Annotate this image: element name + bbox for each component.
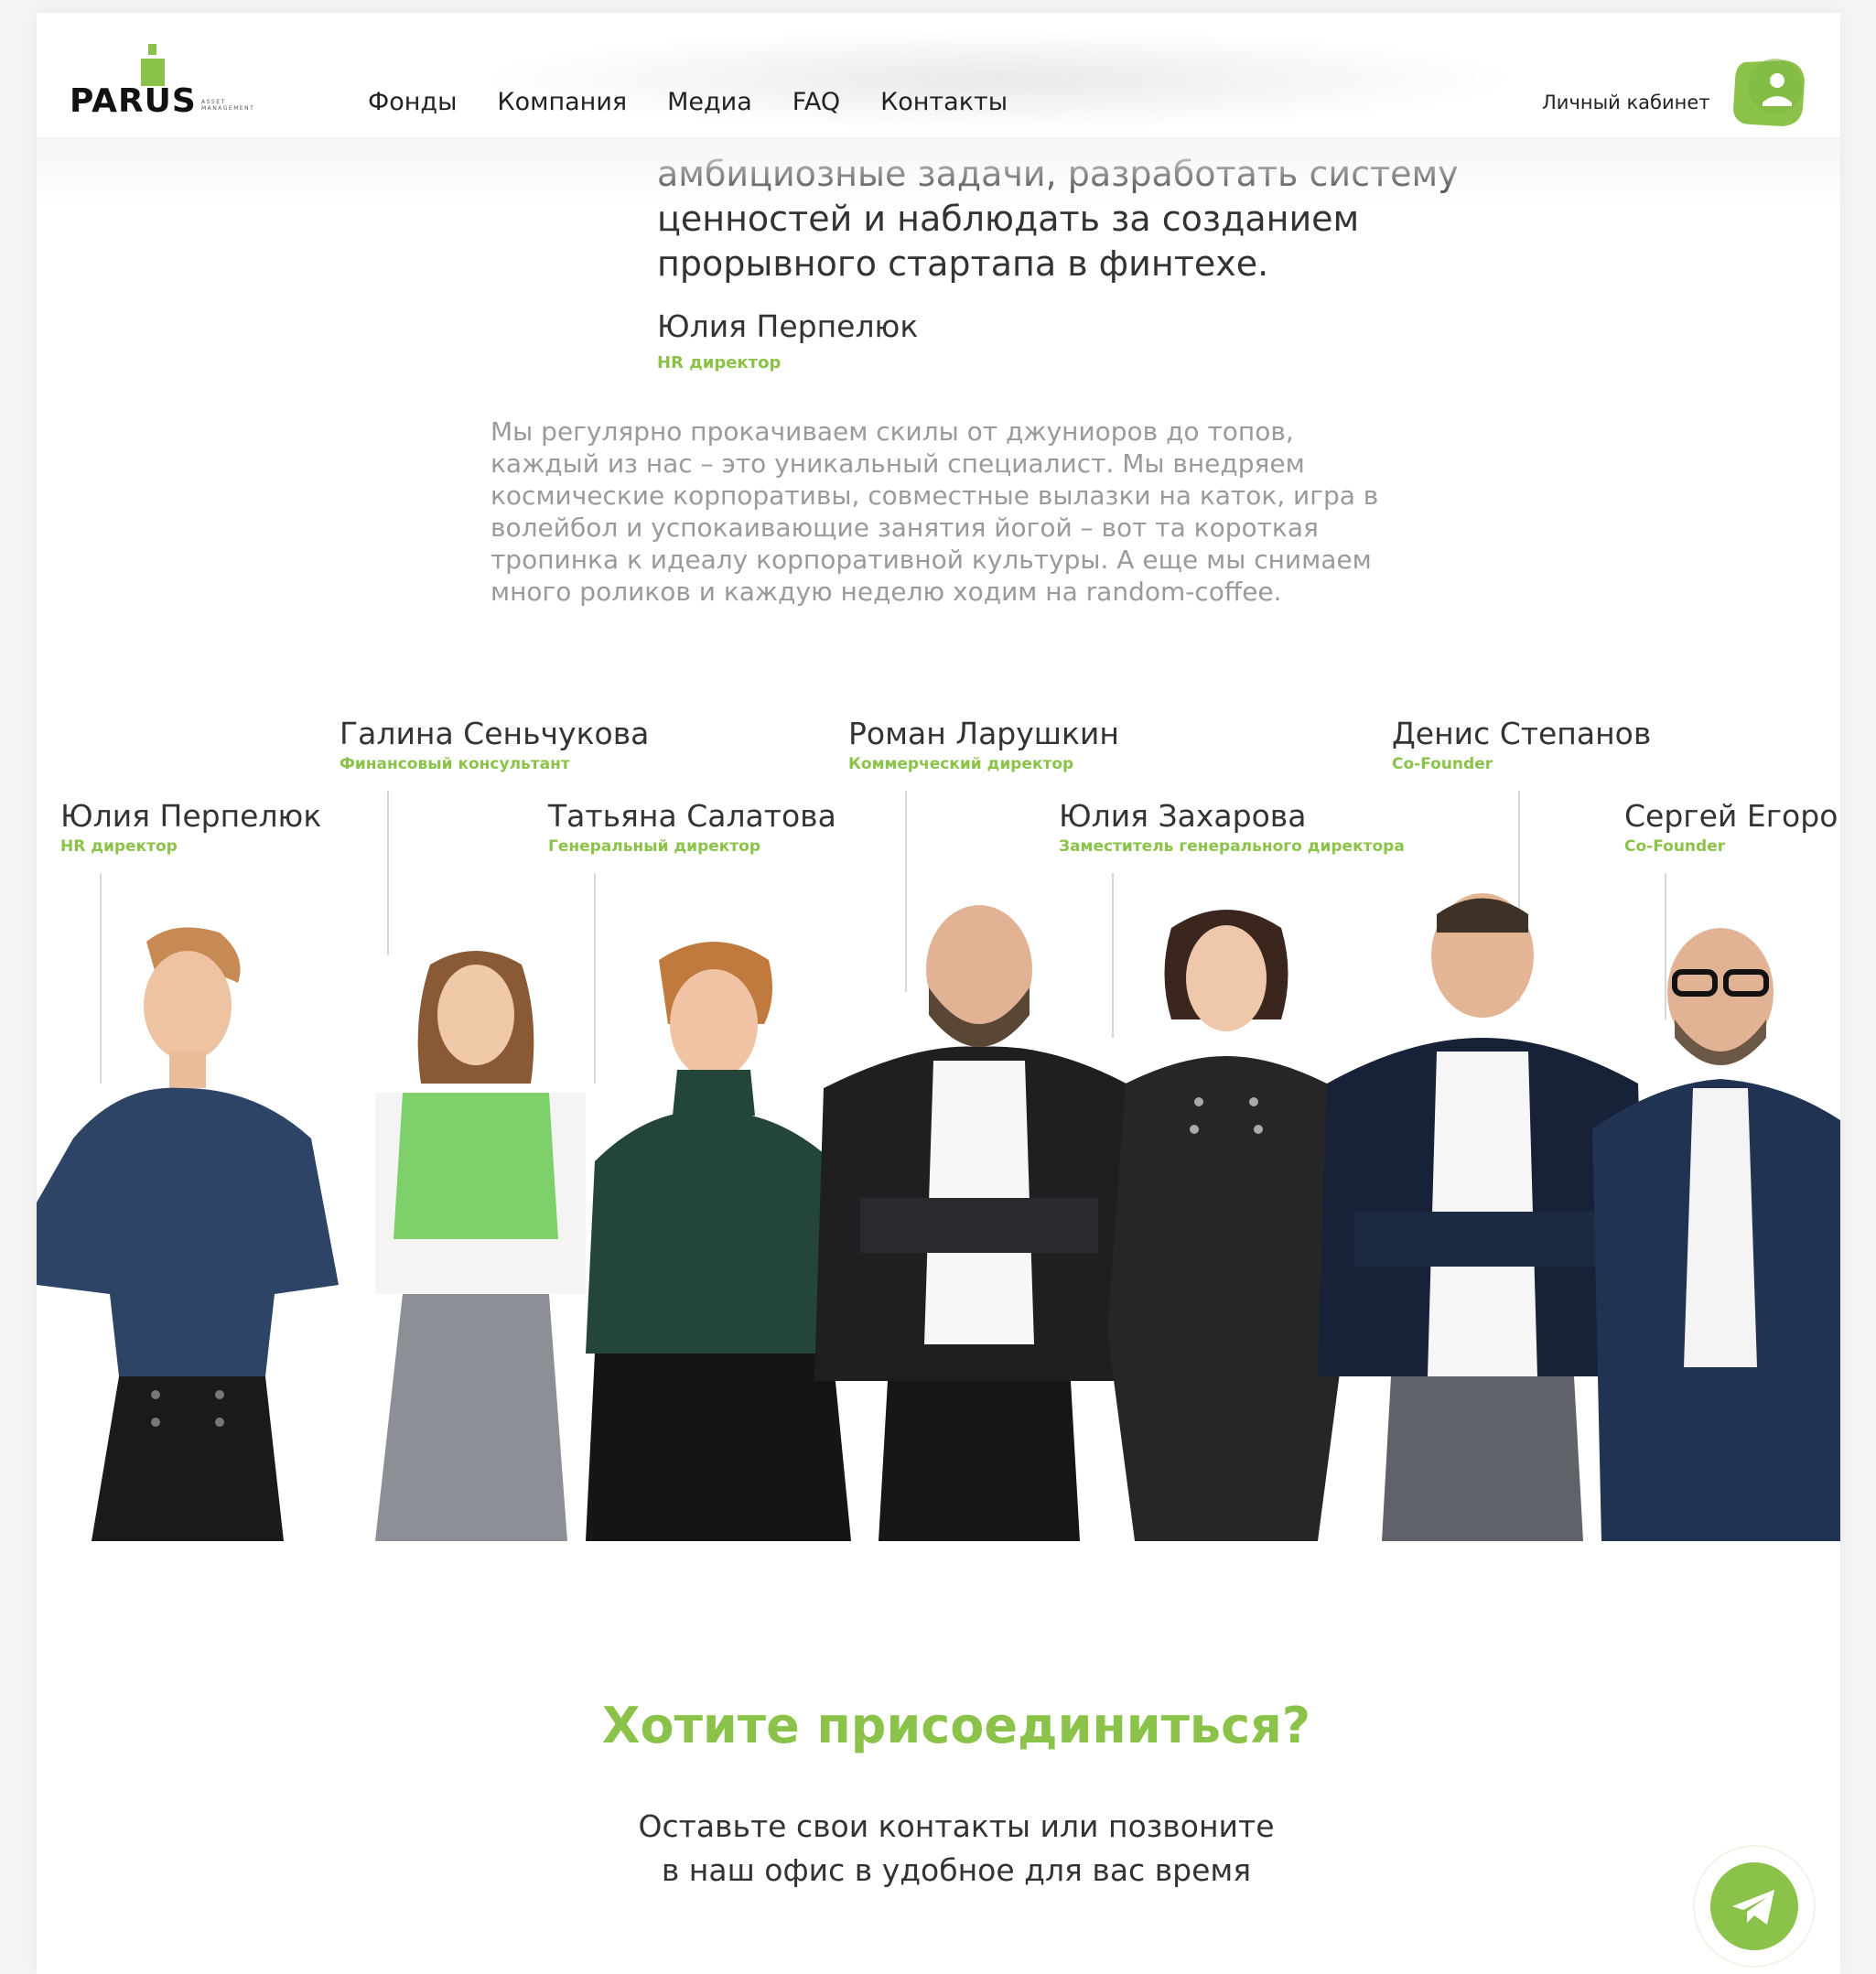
culture-line: много роликов и каждую неделю ходим на r… — [491, 577, 1282, 607]
culture-line: волейбол и успокаивающие занятия йогой –… — [491, 512, 1319, 543]
team-member-role: Генеральный директор — [548, 837, 761, 856]
personal-account-link[interactable]: Личный кабинет — [1542, 92, 1710, 113]
nav-item-media[interactable]: Медиа — [667, 88, 752, 121]
logo-text: PARUS — [70, 82, 197, 120]
user-icon[interactable] — [1728, 53, 1816, 132]
logo[interactable]: PARUS ASSET MANAGEMENT — [70, 31, 289, 123]
team-member-role: Коммерческий директор — [848, 755, 1074, 773]
culture-line: тропинка к идеалу корпоративной культуры… — [491, 545, 1372, 575]
team-member-name: Денис Степанов — [1392, 716, 1652, 751]
team-member-name: Юлия Захарова — [1059, 798, 1307, 834]
team-member-label: Роман Ларушкин Коммерческий директор — [848, 716, 1119, 773]
logo-mark-icon — [141, 44, 165, 86]
nav-item-contacts[interactable]: Контакты — [880, 88, 1008, 121]
team-member-label: Сергей Егоров Co-Founder — [1624, 798, 1840, 856]
team-member-name: Сергей Егоров — [1624, 798, 1840, 834]
team-member-label: Галина Сеньчукова Финансовый консультант — [340, 716, 649, 773]
team-member-name: Татьяна Салатова — [548, 798, 836, 834]
join-text: Оставьте свои контакты или позвоните в н… — [37, 1805, 1840, 1893]
quote-author-role: HR директор — [657, 353, 782, 372]
team-photo-sergey-egorov — [1592, 928, 1840, 1541]
logo-subtitle: ASSET MANAGEMENT — [201, 99, 255, 112]
nav-item-company[interactable]: Компания — [497, 88, 627, 121]
team-member-name: Роман Ларушкин — [848, 716, 1119, 751]
main-nav: Фонды Компания Медиа FAQ Контакты — [368, 88, 1048, 121]
team-member-role: Co-Founder — [1624, 837, 1726, 856]
team-member-role: Финансовый консультант — [340, 755, 570, 773]
team-member-label: Денис Степанов Co-Founder — [1392, 716, 1651, 773]
nav-item-faq[interactable]: FAQ — [792, 88, 840, 121]
telegram-icon — [1710, 1862, 1798, 1950]
culture-line: Мы регулярно прокачиваем скилы от джунио… — [491, 416, 1294, 447]
join-text-line: Оставьте свои контакты или позвоните — [638, 1808, 1275, 1844]
header: PARUS ASSET MANAGEMENT Фонды Компания Ме… — [37, 13, 1840, 137]
team-section: Юлия Перпелюк HR директор Галина Сеньчук… — [37, 708, 1840, 1541]
team-member-label: Юлия Перпелюк HR директор — [60, 798, 321, 856]
team-member-role: HR директор — [60, 837, 178, 856]
leader-line — [387, 791, 389, 955]
team-member-name: Юлия Перпелюк — [60, 798, 322, 834]
nav-item-funds[interactable]: Фонды — [368, 88, 457, 121]
quote-line: амбициозные задачи, разработать систему — [657, 154, 1459, 194]
telegram-button[interactable] — [1695, 1847, 1814, 1966]
team-member-name: Галина Сеньчукова — [340, 716, 650, 751]
quote-author: Юлия Перпелюк — [657, 308, 919, 344]
team-member-role: Co-Founder — [1392, 755, 1493, 773]
team-member-label: Юлия Захарова Заместитель генерального д… — [1059, 798, 1405, 856]
page: PARUS ASSET MANAGEMENT Фонды Компания Ме… — [37, 13, 1840, 1974]
culture-line: каждый из нас – это уникальный специалис… — [491, 448, 1305, 479]
culture-paragraph: Мы регулярно прокачиваем скилы от джунио… — [491, 415, 1424, 608]
quote-line: ценностей и наблюдать за созданием — [657, 199, 1360, 239]
join-title: Хотите присоединиться? — [601, 1697, 1311, 1754]
team-member-role: Заместитель генерального директора — [1059, 837, 1405, 856]
culture-line: космические корпоративы, совместные выла… — [491, 480, 1379, 511]
team-photo-yulia-perpelyuk — [37, 927, 339, 1541]
quote-line: прорывного стартапа в финтехе. — [657, 243, 1269, 284]
quote-text: амбициозные задачи, разработать систему … — [657, 152, 1554, 286]
join-text-line: в наш офис в удобное для вас время — [661, 1852, 1252, 1888]
team-member-label: Татьяна Салатова Генеральный директор — [548, 798, 836, 856]
